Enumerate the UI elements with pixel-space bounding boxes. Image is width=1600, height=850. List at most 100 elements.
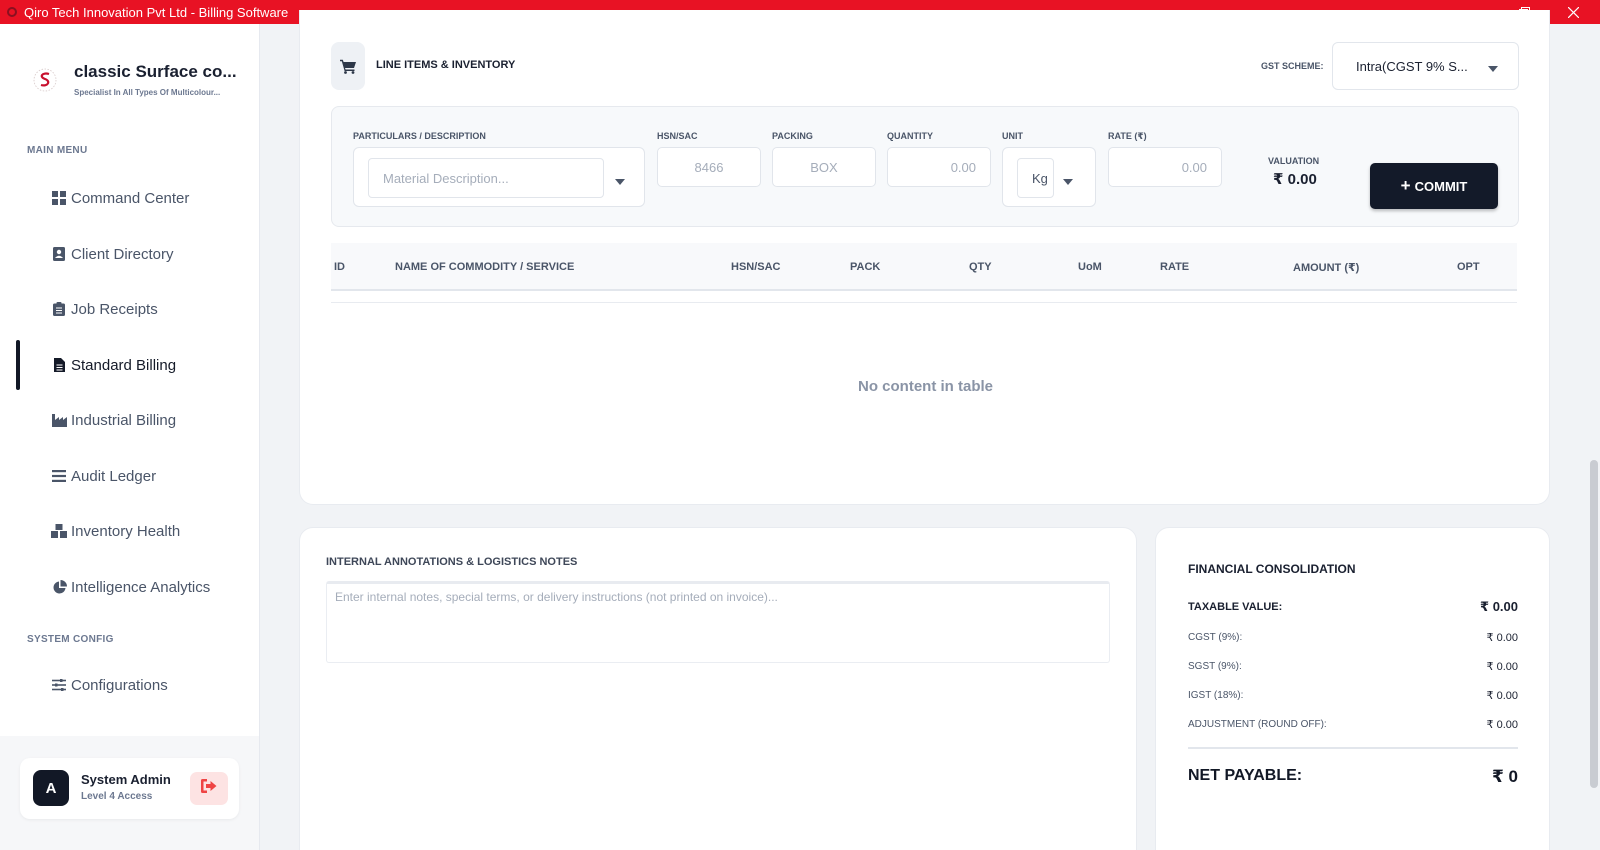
- financial-divider: [1188, 747, 1518, 749]
- column-header-name: NAME OF COMMODITY / SERVICE: [395, 261, 575, 273]
- net-payable-label: NET PAYABLE:: [1188, 767, 1303, 784]
- sidebar-item-label: Configurations: [71, 676, 168, 694]
- gst-scheme-select[interactable]: Intra(CGST 9% S...: [1332, 42, 1519, 90]
- brand-name: classic Surface co...: [74, 62, 237, 81]
- chevron-down-icon: [1488, 61, 1498, 76]
- particulars-input[interactable]: Material Description...: [368, 158, 604, 198]
- pie-chart-icon: [51, 579, 67, 595]
- grid-icon: [51, 190, 67, 206]
- unit-label: UNIT: [1002, 131, 1023, 141]
- valuation-label: VALUATION: [1268, 156, 1320, 166]
- sidebar-item-industrial-billing[interactable]: Industrial Billing: [0, 395, 259, 445]
- brand-tagline: Specialist In All Types Of Multicolour..…: [74, 88, 221, 97]
- column-header-uom: UoM: [1078, 261, 1102, 273]
- sidebar-item-label: Standard Billing: [71, 356, 177, 374]
- logout-button[interactable]: [190, 772, 228, 805]
- cgst-row: CGST (9%): ₹ 0.00: [1188, 631, 1518, 644]
- gst-scheme-value: Intra(CGST 9% S...: [1356, 58, 1468, 74]
- valuation-amount: ₹ 0.00: [1273, 171, 1317, 188]
- avatar: A: [33, 770, 69, 806]
- rate-input[interactable]: 0.00: [1108, 147, 1222, 187]
- factory-icon: [51, 412, 67, 428]
- sidebar-item-audit-ledger[interactable]: Audit Ledger: [0, 451, 259, 501]
- hsn-label: HSN/SAC: [657, 131, 698, 141]
- notes-title: INTERNAL ANNOTATIONS & LOGISTICS NOTES: [326, 556, 578, 568]
- sliders-icon: [51, 677, 67, 693]
- sgst-value: ₹ 0.00: [1486, 661, 1518, 673]
- brand-logo-icon: [28, 63, 62, 97]
- adjustment-label: ADJUSTMENT (ROUND OFF):: [1188, 719, 1327, 730]
- brand: classic Surface co... Specialist In All …: [28, 62, 237, 97]
- user-name: System Admin: [81, 772, 171, 787]
- sidebar-item-command-center[interactable]: Command Center: [0, 173, 259, 223]
- column-header-amount: AMOUNT (₹): [1293, 262, 1360, 274]
- user-card: A System Admin Level 4 Access: [20, 758, 239, 819]
- hsn-input[interactable]: 8466: [657, 147, 761, 187]
- sidebar-item-intelligence-analytics[interactable]: Intelligence Analytics: [0, 562, 259, 612]
- sidebar-item-label: Job Receipts: [71, 300, 158, 318]
- sidebar-item-label: Intelligence Analytics: [71, 578, 211, 596]
- boxes-icon: [51, 523, 67, 539]
- user-level: Level 4 Access: [81, 791, 153, 802]
- gst-scheme-label: GST SCHEME:: [1261, 61, 1324, 71]
- sidebar-item-standard-billing[interactable]: Standard Billing: [0, 340, 259, 390]
- unit-combobox[interactable]: Kg: [1002, 147, 1096, 207]
- adjustment-value: ₹ 0.00: [1486, 719, 1518, 731]
- column-header-id: ID: [334, 261, 345, 273]
- vertical-scrollbar[interactable]: [1590, 460, 1598, 788]
- chevron-down-icon[interactable]: [615, 173, 625, 191]
- cgst-label: CGST (9%):: [1188, 632, 1243, 643]
- plus-icon: +: [1400, 176, 1411, 195]
- line-items-card: LINE ITEMS & INVENTORY GST SCHEME: Intra…: [299, 10, 1550, 505]
- adjustment-row: ADJUSTMENT (ROUND OFF): ₹ 0.00: [1188, 718, 1518, 731]
- notes-textarea[interactable]: Enter internal notes, special terms, or …: [326, 581, 1110, 663]
- item-entry-panel: PARTICULARS / DESCRIPTION Material Descr…: [331, 106, 1519, 227]
- clipboard-icon: [51, 301, 67, 317]
- window-title: Qiro Tech Innovation Pvt Ltd - Billing S…: [24, 4, 289, 20]
- financial-card: FINANCIAL CONSOLIDATION TAXABLE VALUE: ₹…: [1155, 527, 1550, 850]
- chevron-down-icon[interactable]: [1063, 173, 1073, 191]
- sidebar: classic Surface co... Specialist In All …: [0, 24, 260, 850]
- rate-label: RATE (₹): [1108, 131, 1147, 141]
- table-body-divider: [331, 291, 1517, 303]
- commit-label: COMMIT: [1414, 178, 1468, 194]
- taxable-label: TAXABLE VALUE:: [1188, 601, 1283, 613]
- quantity-label: QUANTITY: [887, 131, 933, 141]
- cgst-value: ₹ 0.00: [1486, 632, 1518, 644]
- sidebar-item-configurations[interactable]: Configurations: [0, 660, 259, 710]
- contact-card-icon: [51, 246, 67, 262]
- net-payable-value: ₹ 0: [1491, 767, 1518, 786]
- line-items-title: LINE ITEMS & INVENTORY: [376, 59, 516, 71]
- particulars-label: PARTICULARS / DESCRIPTION: [353, 131, 486, 141]
- sidebar-item-label: Audit Ledger: [71, 467, 157, 485]
- net-payable-row: NET PAYABLE: ₹ 0: [1188, 767, 1518, 787]
- sidebar-item-job-receipts[interactable]: Job Receipts: [0, 284, 259, 334]
- document-icon: [51, 357, 67, 373]
- sidebar-item-label: Industrial Billing: [71, 411, 177, 429]
- system-config-label: SYSTEM CONFIG: [27, 634, 114, 645]
- quantity-input[interactable]: 0.00: [887, 147, 991, 187]
- sgst-label: SGST (9%):: [1188, 661, 1242, 672]
- list-icon: [51, 468, 67, 484]
- sidebar-footer: A System Admin Level 4 Access: [0, 736, 259, 850]
- column-header-opt: OPT: [1457, 261, 1480, 273]
- column-header-qty: QTY: [969, 261, 992, 273]
- packing-input[interactable]: BOX: [772, 147, 876, 187]
- particulars-combobox[interactable]: Material Description...: [353, 147, 645, 207]
- unit-input[interactable]: Kg: [1017, 158, 1054, 198]
- taxable-value: ₹ 0.00: [1480, 599, 1518, 614]
- sidebar-item-label: Command Center: [71, 189, 190, 207]
- app-gear-icon: [6, 6, 18, 18]
- taxable-row: TAXABLE VALUE: ₹ 0.00: [1188, 599, 1518, 615]
- commit-button[interactable]: + COMMIT: [1370, 163, 1498, 209]
- packing-label: PACKING: [772, 131, 813, 141]
- close-button[interactable]: [1550, 0, 1596, 24]
- sidebar-item-client-directory[interactable]: Client Directory: [0, 229, 259, 279]
- sgst-row: SGST (9%): ₹ 0.00: [1188, 660, 1518, 673]
- column-header-pack: PACK: [850, 261, 881, 273]
- main-menu-label: MAIN MENU: [27, 145, 88, 156]
- igst-label: IGST (18%):: [1188, 690, 1244, 701]
- column-header-rate: RATE: [1160, 261, 1190, 273]
- sidebar-item-inventory-health[interactable]: Inventory Health: [0, 506, 259, 556]
- table-header: ID NAME OF COMMODITY / SERVICE HSN/SAC P…: [331, 243, 1517, 291]
